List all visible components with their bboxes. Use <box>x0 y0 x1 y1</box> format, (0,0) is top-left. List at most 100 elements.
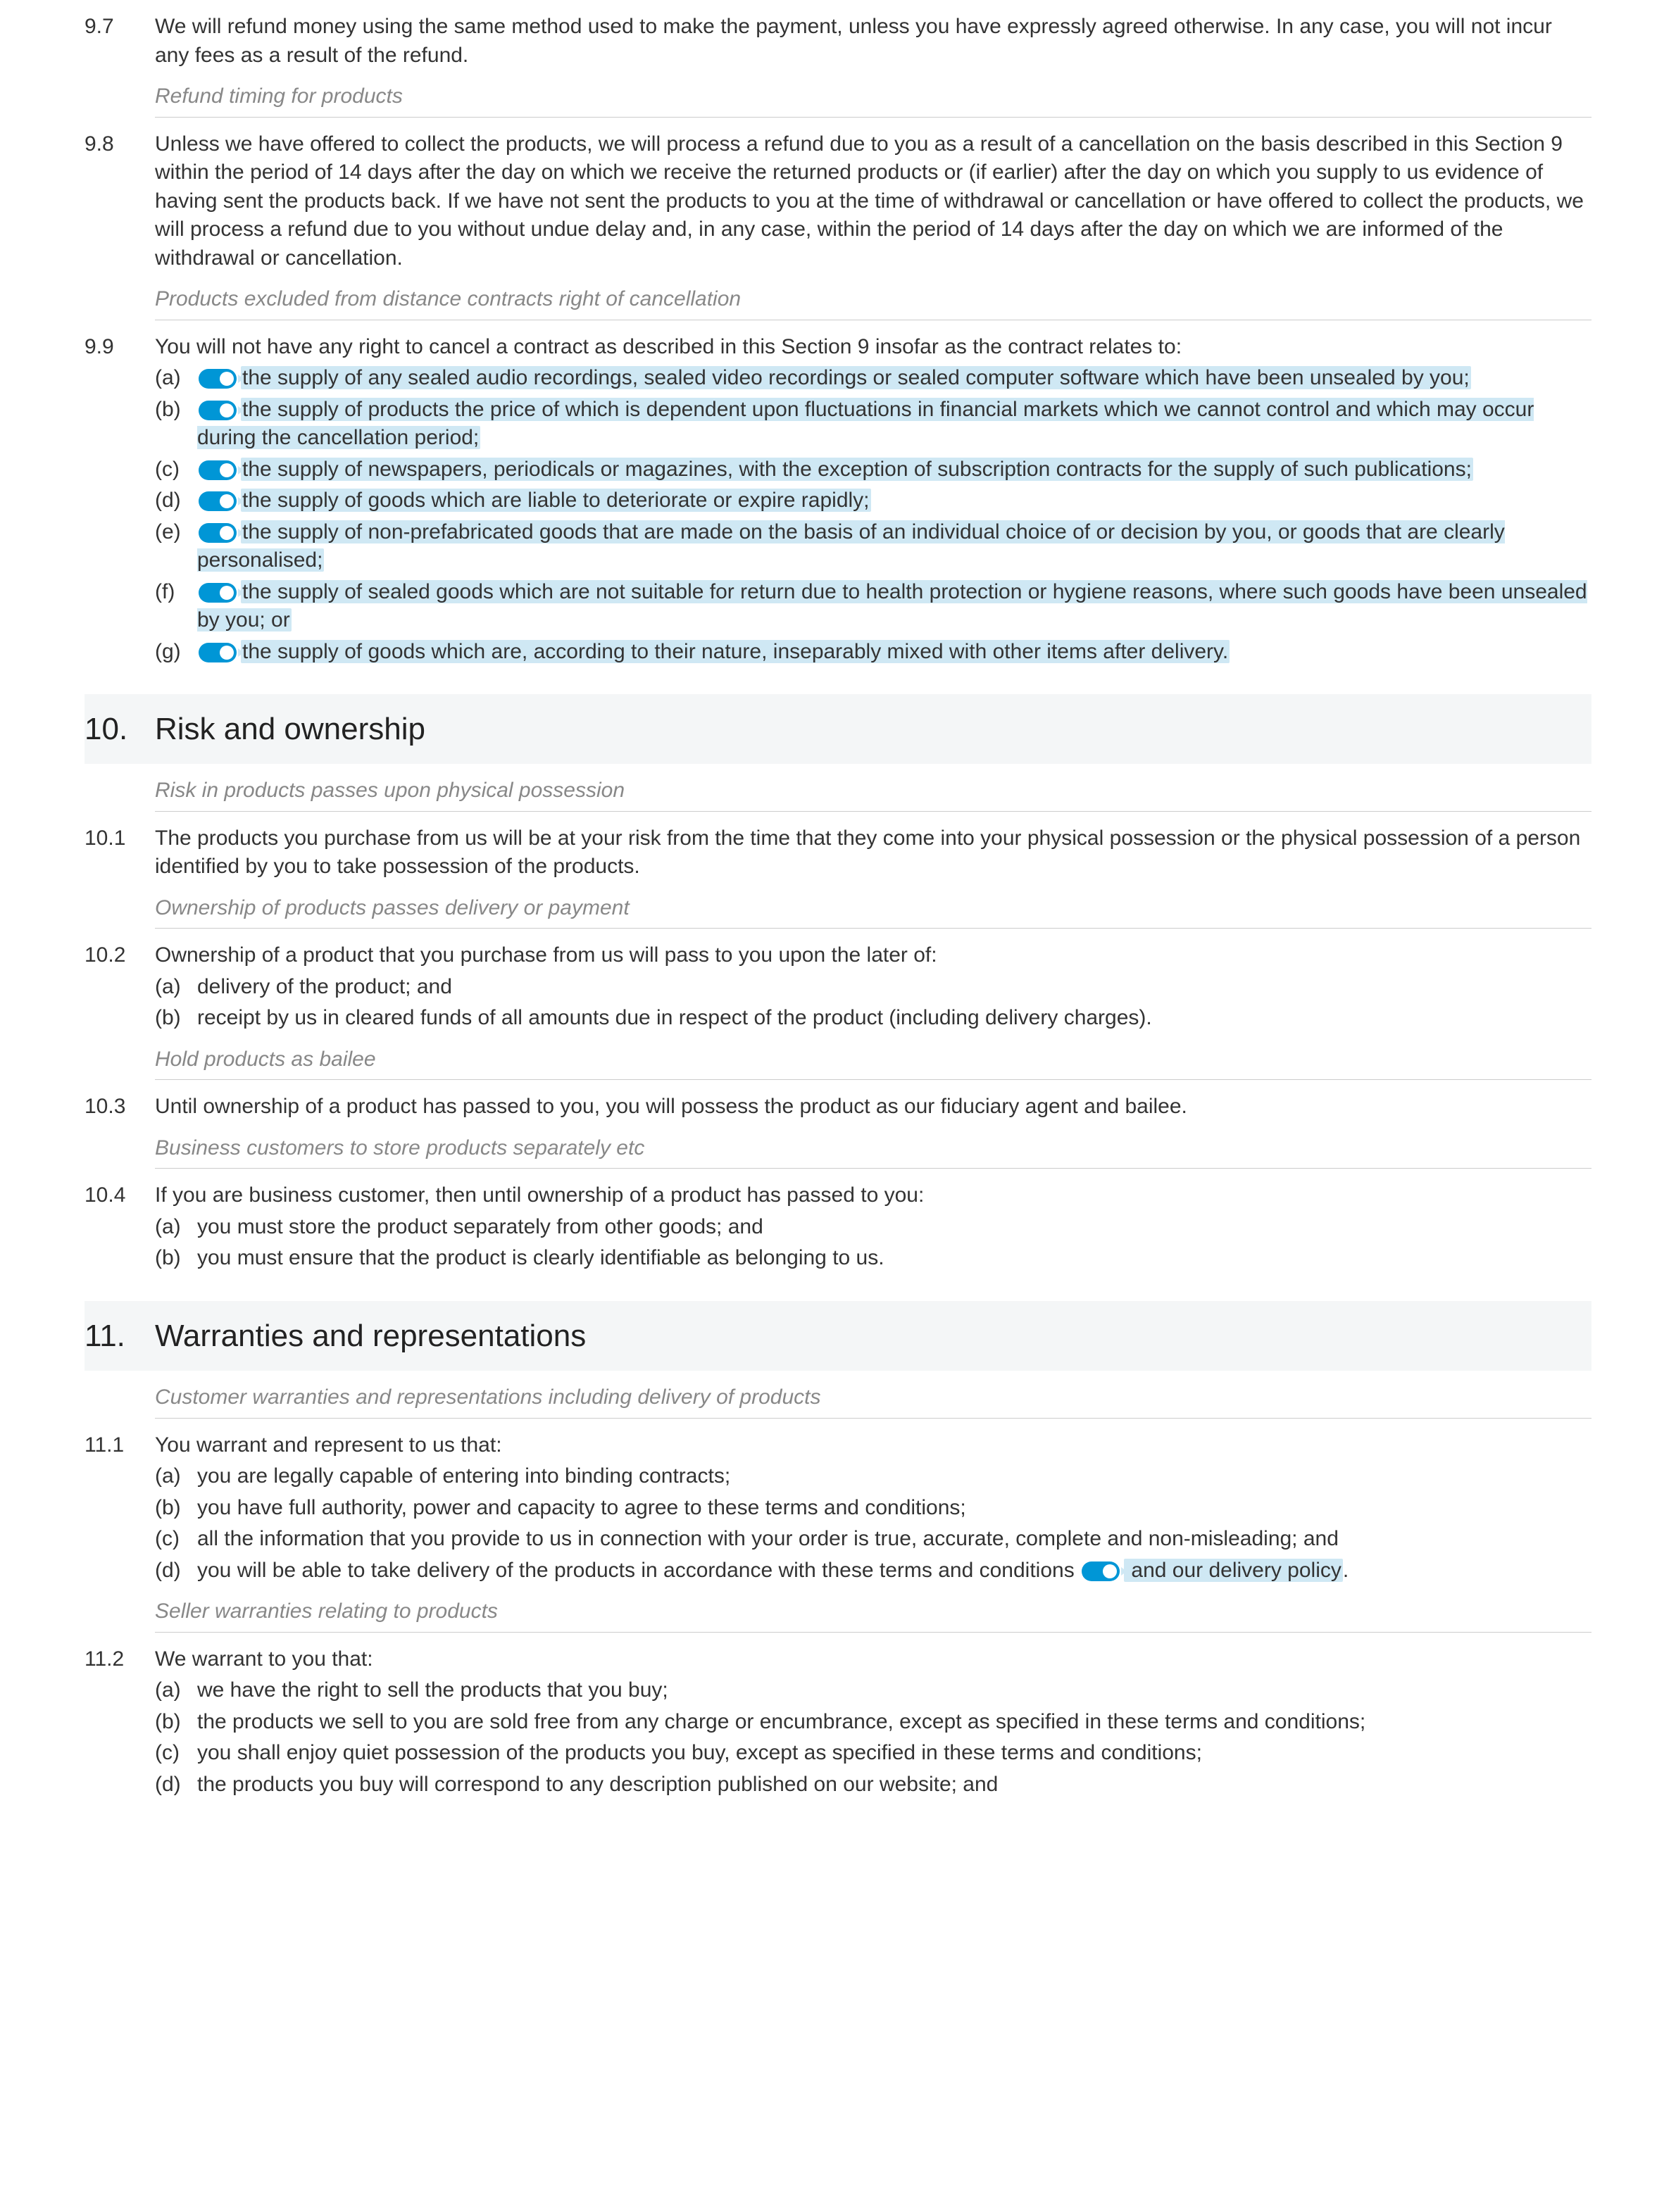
item-letter: (f) <box>155 578 197 635</box>
item-letter: (g) <box>155 638 197 667</box>
list-item: (a) the supply of any sealed audio record… <box>155 364 1591 393</box>
item-letter: (a) <box>155 973 197 1002</box>
highlighted-text: the supply of newspapers, periodicals or… <box>241 458 1473 481</box>
item-letter: (c) <box>155 1525 197 1554</box>
clause-9-7: 9.7 We will refund money using the same … <box>85 13 1591 70</box>
item-text: the supply of goods which are, according… <box>197 638 1591 667</box>
item-text: the supply of newspapers, periodicals or… <box>197 455 1591 484</box>
clause-text: The products you purchase from us will b… <box>155 824 1591 881</box>
item-text: you must ensure that the product is clea… <box>197 1244 1591 1273</box>
list-item: (d)the products you buy will correspond … <box>155 1771 1591 1799</box>
highlighted-text: the supply of goods which are, according… <box>241 640 1230 663</box>
highlighted-text: the supply of goods which are liable to … <box>241 489 871 512</box>
clause-text: We will refund money using the same meth… <box>155 13 1591 70</box>
clause-10-4: 10.4 If you are business customer, then … <box>85 1181 1591 1273</box>
caption-ownership-passes: Ownership of products passes delivery or… <box>85 894 1591 929</box>
item-text: you have full authority, power and capac… <box>197 1494 1591 1523</box>
section-10-header: 10. Risk and ownership <box>85 694 1591 764</box>
toggle-icon[interactable] <box>199 643 237 662</box>
toggle-icon[interactable] <box>199 401 237 420</box>
caption-customer-warranties: Customer warranties and representations … <box>85 1383 1591 1419</box>
caption-seller-warranties: Seller warranties relating to products <box>85 1597 1591 1633</box>
item-text: the products we sell to you are sold fre… <box>197 1708 1591 1737</box>
toggle-icon[interactable] <box>199 523 237 543</box>
item-letter: (b) <box>155 1708 197 1737</box>
list-item: (d) you will be able to take delivery of… <box>155 1557 1591 1585</box>
item-text: the supply of products the price of whic… <box>197 396 1591 453</box>
item-letter: (a) <box>155 1676 197 1705</box>
item-letter: (b) <box>155 1244 197 1273</box>
list-item: (a)you must store the product separately… <box>155 1213 1591 1242</box>
section-11-header: 11. Warranties and representations <box>85 1301 1591 1371</box>
item-text: you will be able to take delivery of the… <box>197 1557 1591 1585</box>
clause-number: 10.4 <box>85 1181 155 1273</box>
item-letter: (d) <box>155 1771 197 1799</box>
item-text: all the information that you provide to … <box>197 1525 1591 1554</box>
item-text: the supply of goods which are liable to … <box>197 486 1591 515</box>
item-letter: (b) <box>155 1494 197 1523</box>
item-letter: (c) <box>155 1739 197 1768</box>
list-item: (b)receipt by us in cleared funds of all… <box>155 1004 1591 1033</box>
item-letter: (e) <box>155 518 197 575</box>
item-text: the supply of sealed goods which are not… <box>197 578 1591 635</box>
list-item: (c) the supply of newspapers, periodicals… <box>155 455 1591 484</box>
caption-excluded-products: Products excluded from distance contract… <box>85 285 1591 320</box>
item-letter: (a) <box>155 364 197 393</box>
item-letter: (d) <box>155 486 197 515</box>
clause-number: 11.2 <box>85 1645 155 1799</box>
list-item: (d) the supply of goods which are liable … <box>155 486 1591 515</box>
toggle-icon[interactable] <box>199 491 237 511</box>
list-item: (g) the supply of goods which are, accord… <box>155 638 1591 667</box>
item-text: the supply of non-prefabricated goods th… <box>197 518 1591 575</box>
toggle-icon[interactable] <box>1082 1561 1120 1581</box>
list-item: (f)the supply of sealed goods which are … <box>155 578 1591 635</box>
clause-intro: If you are business customer, then until… <box>155 1181 1591 1210</box>
list-item: (c)all the information that you provide … <box>155 1525 1591 1554</box>
item-text: the products you buy will correspond to … <box>197 1771 1591 1799</box>
section-title: Risk and ownership <box>155 708 1591 750</box>
list-item: (b)the supply of products the price of w… <box>155 396 1591 453</box>
highlighted-text: the supply of any sealed audio recording… <box>241 366 1471 389</box>
toggle-icon[interactable] <box>199 460 237 480</box>
toggle-icon[interactable] <box>199 369 237 389</box>
clause-number: 10.2 <box>85 941 155 1033</box>
toggle-icon[interactable] <box>199 583 237 603</box>
item-letter: (b) <box>155 1004 197 1033</box>
item-letter: (b) <box>155 396 197 453</box>
item-letter: (c) <box>155 455 197 484</box>
clause-number: 10.3 <box>85 1093 155 1121</box>
clause-number: 9.7 <box>85 13 155 70</box>
clause-10-3: 10.3 Until ownership of a product has pa… <box>85 1093 1591 1121</box>
clause-intro: Ownership of a product that you purchase… <box>155 941 1591 970</box>
clause-text: Unless we have offered to collect the pr… <box>155 130 1591 273</box>
clause-intro: We warrant to you that: <box>155 1645 1591 1674</box>
item-text: you are legally capable of entering into… <box>197 1462 1591 1491</box>
caption-business-store: Business customers to store products sep… <box>85 1134 1591 1169</box>
highlighted-text: and our delivery policy <box>1124 1559 1343 1582</box>
caption-risk-possession: Risk in products passes upon physical po… <box>85 777 1591 812</box>
list-item: (b)the products we sell to you are sold … <box>155 1708 1591 1737</box>
clause-10-1: 10.1 The products you purchase from us w… <box>85 824 1591 881</box>
section-number: 10. <box>85 708 155 750</box>
clause-number: 9.8 <box>85 130 155 273</box>
highlighted-text: the supply of non-prefabricated goods th… <box>197 520 1505 572</box>
clause-text: Until ownership of a product has passed … <box>155 1093 1591 1121</box>
list-item: (a)delivery of the product; and <box>155 973 1591 1002</box>
clause-number: 9.9 <box>85 333 155 667</box>
list-item: (e)the supply of non-prefabricated goods… <box>155 518 1591 575</box>
clause-11-1: 11.1 You warrant and represent to us tha… <box>85 1431 1591 1585</box>
list-item: (a)you are legally capable of entering i… <box>155 1462 1591 1491</box>
item-letter: (d) <box>155 1557 197 1585</box>
caption-bailee: Hold products as bailee <box>85 1045 1591 1081</box>
highlighted-text: the supply of sealed goods which are not… <box>197 580 1587 632</box>
clause-intro: You warrant and represent to us that: <box>155 1431 1591 1460</box>
clause-10-2: 10.2 Ownership of a product that you pur… <box>85 941 1591 1033</box>
clause-9-8: 9.8 Unless we have offered to collect th… <box>85 130 1591 273</box>
item-letter: (a) <box>155 1213 197 1242</box>
clause-9-9: 9.9 You will not have any right to cance… <box>85 333 1591 667</box>
section-title: Warranties and representations <box>155 1315 1591 1357</box>
item-text: the supply of any sealed audio recording… <box>197 364 1591 393</box>
list-item: (b)you have full authority, power and ca… <box>155 1494 1591 1523</box>
list-item: (b)you must ensure that the product is c… <box>155 1244 1591 1273</box>
item-text: receipt by us in cleared funds of all am… <box>197 1004 1591 1033</box>
